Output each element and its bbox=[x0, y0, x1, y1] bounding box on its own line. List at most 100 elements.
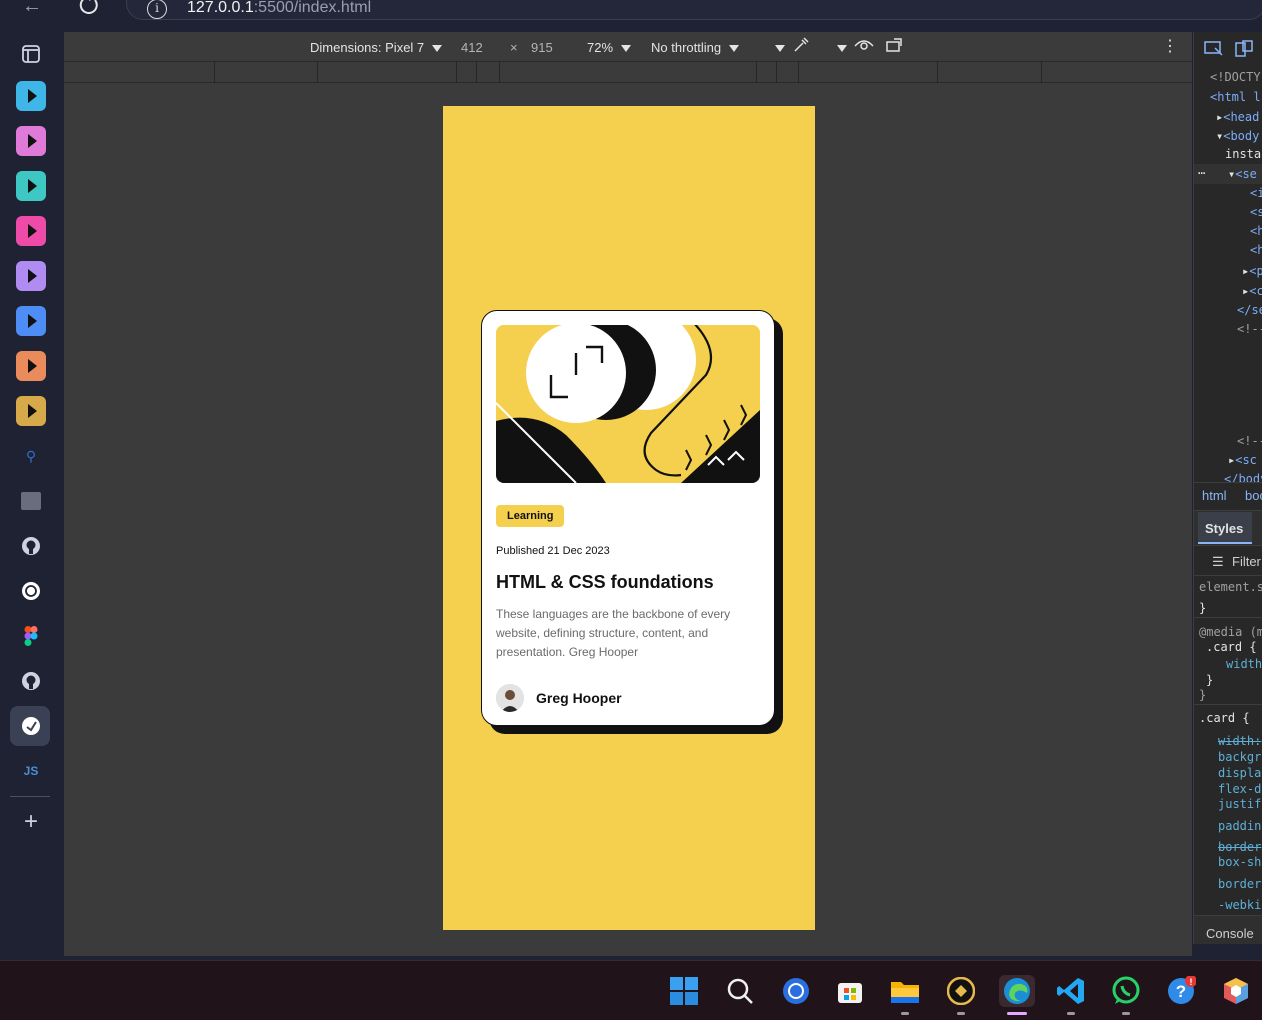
dom-line[interactable]: <i bbox=[1250, 186, 1262, 200]
file-explorer-icon[interactable] bbox=[889, 975, 921, 1007]
style-line[interactable]: flex-d bbox=[1218, 782, 1261, 796]
dom-line[interactable]: <s bbox=[1250, 205, 1262, 219]
edge-browser-icon[interactable] bbox=[999, 975, 1035, 1007]
dom-line[interactable]: <h bbox=[1250, 224, 1262, 238]
inspect-element-icon[interactable] bbox=[1204, 40, 1224, 61]
dom-line[interactable]: ▾<se bbox=[1228, 167, 1257, 181]
style-line[interactable]: border bbox=[1218, 877, 1261, 891]
browser-top-bar: ← i 127.0.0.1:5500/index.html bbox=[0, 0, 1262, 32]
style-line[interactable]: box-sh bbox=[1218, 855, 1261, 869]
play-icon bbox=[28, 314, 37, 328]
app-gold-circle-icon[interactable] bbox=[945, 975, 977, 1007]
style-line[interactable]: width: bbox=[1218, 734, 1261, 748]
dom-line[interactable]: <!-- bbox=[1237, 322, 1262, 336]
device-toolbar-toggle-icon[interactable] bbox=[1234, 40, 1254, 61]
style-line[interactable]: element.s bbox=[1199, 580, 1262, 594]
dom-line[interactable]: <!-- bbox=[1237, 434, 1262, 448]
style-line[interactable]: displa bbox=[1218, 766, 1261, 780]
app-blue-circle-icon[interactable] bbox=[780, 975, 812, 1007]
tab-styles[interactable]: Styles bbox=[1198, 512, 1252, 544]
whatsapp-icon[interactable] bbox=[1110, 975, 1142, 1007]
active-indicator bbox=[1007, 1012, 1027, 1015]
dimensions-select[interactable]: Dimensions: Pixel 7 bbox=[310, 40, 443, 55]
dom-line[interactable]: ▸<c bbox=[1242, 284, 1262, 298]
blog-card[interactable]: Learning Published 21 Dec 2023 HTML & CS… bbox=[481, 310, 775, 726]
style-line[interactable]: width bbox=[1226, 657, 1262, 671]
tab-favicon-blue-icon[interactable]: JS bbox=[19, 759, 43, 783]
dom-line[interactable]: ▸<sc bbox=[1228, 453, 1257, 467]
style-line[interactable]: -webki bbox=[1218, 898, 1261, 912]
filter-icon[interactable]: ☰ bbox=[1212, 554, 1224, 570]
search-tab-icon[interactable]: ⚲ bbox=[19, 444, 43, 468]
emulated-page-viewport: Learning Published 21 Dec 2023 HTML & CS… bbox=[443, 106, 815, 930]
sensor-dropdown[interactable] bbox=[829, 40, 847, 55]
author-name: Greg Hooper bbox=[536, 690, 622, 706]
styles-filter-input[interactable]: Filter bbox=[1232, 554, 1261, 569]
dom-line[interactable]: ▾<body bbox=[1216, 129, 1259, 143]
throttling-select[interactable]: No throttling bbox=[651, 40, 740, 55]
tab-video-8[interactable] bbox=[16, 396, 46, 426]
microsoft-store-icon[interactable] bbox=[834, 975, 866, 1007]
width-input[interactable]: 412 bbox=[461, 40, 483, 55]
height-input[interactable]: 915 bbox=[531, 40, 553, 55]
search-icon[interactable] bbox=[724, 975, 756, 1007]
tab-video-7[interactable] bbox=[16, 351, 46, 381]
device-toolbar: Dimensions: Pixel 7 412 × 915 72% No thr… bbox=[64, 32, 1192, 62]
style-line: } bbox=[1206, 673, 1214, 687]
play-icon bbox=[28, 224, 37, 238]
dom-line[interactable]: insta bbox=[1225, 147, 1261, 161]
style-line[interactable]: @media (m bbox=[1199, 625, 1262, 639]
style-line[interactable]: border bbox=[1218, 840, 1261, 854]
breadcrumb-html[interactable]: html bbox=[1202, 488, 1227, 503]
zoom-select[interactable]: 72% bbox=[587, 40, 632, 55]
reload-icon[interactable] bbox=[78, 0, 104, 18]
dom-line[interactable]: <h bbox=[1250, 243, 1262, 257]
dom-line[interactable]: ▸<p bbox=[1242, 264, 1262, 278]
dom-line[interactable]: <html l bbox=[1210, 90, 1261, 104]
tab-video-4[interactable] bbox=[16, 216, 46, 246]
dom-more-icon[interactable]: ⋯ bbox=[1198, 166, 1205, 180]
style-line[interactable]: .card { bbox=[1206, 640, 1257, 654]
tab-console[interactable]: Console bbox=[1206, 926, 1254, 941]
style-line[interactable]: .card { bbox=[1199, 711, 1250, 725]
site-info-icon[interactable]: i bbox=[147, 0, 167, 19]
tab-video-3[interactable] bbox=[16, 171, 46, 201]
style-line[interactable]: justif bbox=[1218, 797, 1261, 811]
card-title[interactable]: HTML & CSS foundations bbox=[496, 572, 760, 593]
help-app-icon[interactable]: ?! bbox=[1165, 975, 1197, 1007]
chatgpt-icon[interactable] bbox=[19, 579, 43, 603]
tab-actions-icon[interactable] bbox=[19, 42, 43, 66]
dom-line[interactable]: <!DOCTY bbox=[1210, 70, 1261, 84]
tab-video-5[interactable] bbox=[16, 261, 46, 291]
address-bar[interactable]: i 127.0.0.1:5500/index.html bbox=[126, 0, 1262, 20]
rotate-device-icon[interactable] bbox=[885, 37, 905, 56]
dom-line[interactable]: </se bbox=[1237, 303, 1262, 317]
category-badge: Learning bbox=[496, 505, 565, 527]
play-icon bbox=[28, 134, 37, 148]
new-tab-plus-icon[interactable]: + bbox=[19, 808, 43, 835]
eyedropper-icon[interactable] bbox=[792, 36, 810, 57]
dom-line[interactable]: ▸<head bbox=[1216, 110, 1259, 124]
running-indicator bbox=[957, 1012, 965, 1015]
figma-icon[interactable] bbox=[19, 624, 43, 648]
eye-icon[interactable] bbox=[854, 37, 874, 56]
more-dropdown[interactable] bbox=[767, 40, 785, 55]
style-line[interactable]: paddin bbox=[1218, 819, 1261, 833]
app-cube-icon[interactable] bbox=[1220, 975, 1252, 1007]
vscode-icon[interactable] bbox=[1055, 975, 1087, 1007]
github-icon[interactable] bbox=[19, 669, 43, 693]
active-tab-favicon-icon[interactable] bbox=[19, 714, 43, 738]
tab-video-1[interactable] bbox=[16, 81, 46, 111]
more-options-icon[interactable]: ⋮ bbox=[1162, 36, 1178, 56]
style-line[interactable]: backgr bbox=[1218, 750, 1261, 764]
tab-video-6[interactable] bbox=[16, 306, 46, 336]
github-icon[interactable] bbox=[19, 534, 43, 558]
svg-text:!: ! bbox=[1190, 977, 1193, 987]
tab-video-2[interactable] bbox=[16, 126, 46, 156]
breadcrumb-body[interactable]: boc bbox=[1245, 488, 1262, 503]
dom-line[interactable]: </body bbox=[1224, 472, 1262, 482]
windows-start-icon[interactable] bbox=[668, 975, 700, 1007]
back-arrow-icon[interactable]: ← bbox=[22, 0, 48, 18]
published-date: Published 21 Dec 2023 bbox=[496, 545, 610, 557]
tab-favicon-gray-icon[interactable] bbox=[19, 489, 43, 513]
